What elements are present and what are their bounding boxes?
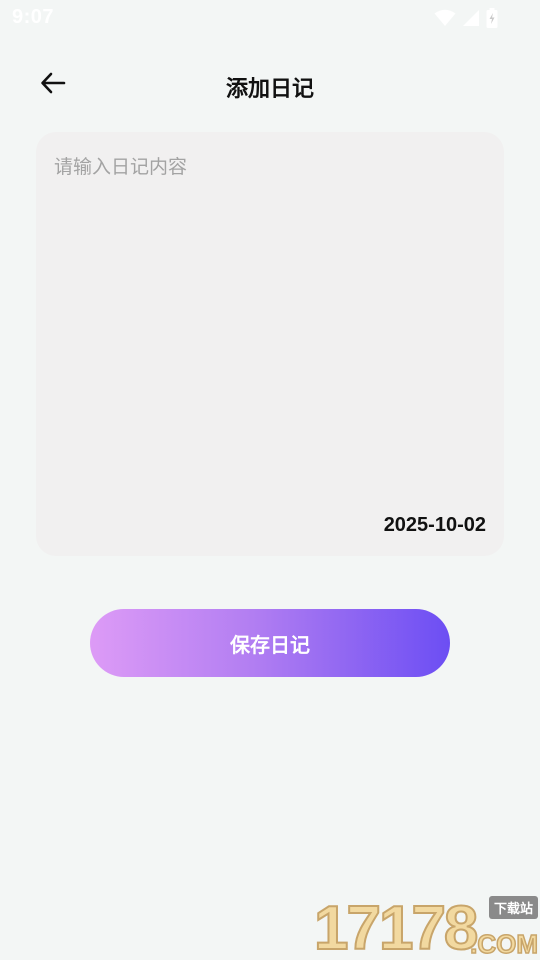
app-header: 添加日记 (0, 60, 540, 110)
status-time: 9:07 (12, 6, 55, 28)
watermark-logo: 17178 下载站 .COM (313, 894, 540, 960)
watermark-tag: 下载站 (488, 896, 538, 919)
wifi-icon (434, 9, 456, 27)
status-bar: 9:07 (0, 0, 540, 36)
save-diary-button[interactable]: 保存日记 (90, 609, 450, 677)
cell-signal-icon (462, 9, 480, 27)
diary-card: 2025-10-02 (36, 132, 504, 556)
watermark-domain: .COM (469, 928, 538, 960)
diary-content-input[interactable] (36, 132, 504, 556)
watermark-digits: 17178 (313, 894, 479, 960)
page-title: 添加日记 (225, 77, 314, 102)
status-icons (434, 8, 498, 28)
battery-charging-icon (486, 8, 498, 28)
diary-date: 2025-10-02 (383, 514, 486, 536)
